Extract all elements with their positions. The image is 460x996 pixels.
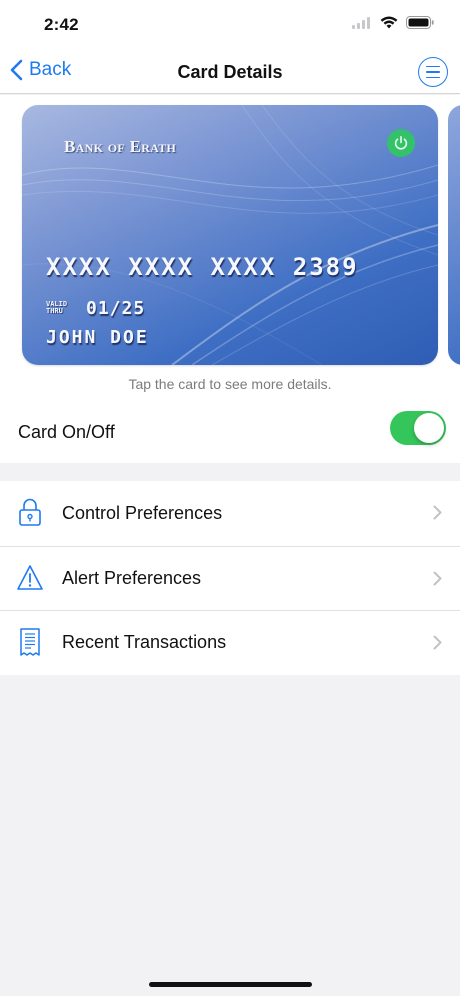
credit-card[interactable]: Bank of Erath XXXX XXXX XXXX 2389 VALID … [22, 105, 438, 365]
lock-icon [19, 498, 41, 526]
valid-thru-label: VALID THRU [46, 300, 68, 315]
toggle-knob [414, 413, 444, 443]
card-expiry: 01/25 [86, 298, 146, 319]
alert-preferences-item[interactable]: Alert Preferences [0, 545, 460, 611]
warning-icon [17, 564, 43, 590]
navigation-bar: Back Card Details [0, 50, 460, 94]
status-bar: 2:42 [0, 0, 460, 50]
chevron-right-icon [433, 635, 442, 650]
card-holder: JOHN DOE [46, 327, 149, 348]
status-time: 2:42 [44, 15, 79, 34]
battery-icon [406, 16, 434, 29]
menu-button[interactable] [418, 57, 448, 87]
page-title: Card Details [177, 62, 283, 82]
recent-transactions-label: Recent Transactions [62, 632, 227, 653]
card-number: XXXX XXXX XXXX 2389 [46, 253, 359, 281]
card-on-off-toggle[interactable] [390, 411, 446, 445]
wifi-icon [380, 16, 398, 29]
status-icons [352, 16, 434, 29]
chevron-right-icon [433, 505, 442, 520]
alert-preferences-label: Alert Preferences [62, 567, 202, 588]
chevron-right-icon [433, 571, 442, 585]
signal-icon [352, 16, 370, 29]
control-preferences-item[interactable]: Control Preferences [0, 481, 460, 546]
power-icon[interactable] [387, 129, 415, 157]
card-section: Bank of Erath XXXX XXXX XXXX 2389 VALID … [0, 95, 460, 463]
next-card-preview[interactable] [448, 105, 460, 365]
control-preferences-label: Control Preferences [62, 502, 223, 523]
card-hint: Tap the card to see more details. [128, 376, 332, 392]
bank-name: Bank of Erath [64, 137, 177, 156]
preferences-list: Control Preferences Alert Preferences Re… [0, 481, 460, 675]
card-toggle-label: Card On/Off [18, 422, 115, 442]
home-indicator [149, 982, 312, 987]
hamburger-icon [426, 65, 440, 68]
receipt-icon [20, 628, 40, 656]
power-symbol [394, 135, 408, 150]
recent-transactions-item[interactable]: Recent Transactions [0, 610, 460, 675]
